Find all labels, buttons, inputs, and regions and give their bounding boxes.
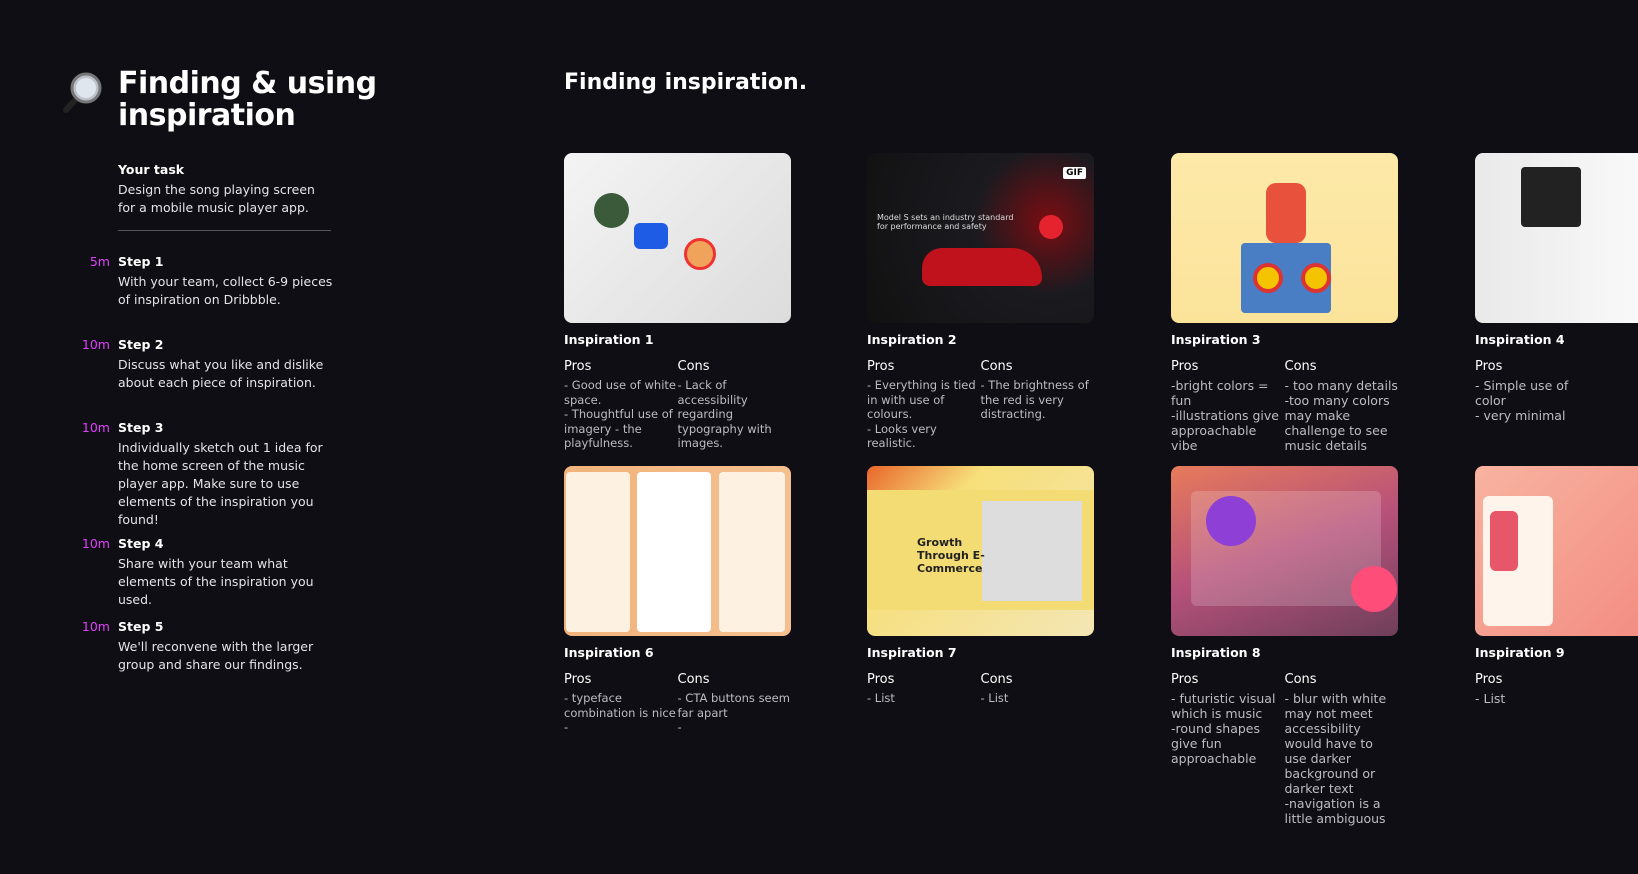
- cons-label: Cons: [1284, 359, 1317, 374]
- inspiration-card: Inspiration 8 Pros - futuristic visual whi…: [1171, 466, 1398, 826]
- cons-column: Cons - CTA buttons seem far apart -: [678, 672, 792, 735]
- pros-label: Pros: [1475, 359, 1503, 374]
- cons-label: Cons: [980, 672, 1013, 687]
- pros-text: - Simple use of color - very minimal: [1475, 378, 1569, 423]
- pros-text: - Good use of white space. - Thoughtful …: [564, 378, 676, 450]
- pros-text: - List: [1475, 691, 1506, 706]
- pros-text: -bright colors = fun -illustrations give…: [1171, 378, 1279, 453]
- step-label: Step 1: [118, 254, 164, 269]
- card-title: Inspiration 4: [1475, 332, 1565, 347]
- step-label: Step 2: [118, 337, 164, 352]
- inspiration-image[interactable]: Model S sets an industry standard for pe…: [867, 153, 1094, 323]
- card-title: Inspiration 1: [564, 332, 654, 347]
- pros-column: Pros -bright colors = fun -illustrations …: [1171, 359, 1285, 453]
- inspiration-card: Inspiration 3 Pros -bright colors = fun -i…: [1171, 153, 1398, 453]
- page-title: Finding & using inspiration: [118, 66, 377, 133]
- cons-text: - The brightness of the red is very dist…: [980, 378, 1089, 421]
- inspiration-card: Model S sets an industry standard for pe…: [867, 153, 1094, 451]
- pros-column: Pros - Everything is tied in with use of …: [867, 359, 981, 451]
- cons-column: Cons - List: [981, 672, 1095, 706]
- inspiration-card: Inspiration 1 Pros - Good use of white spa…: [564, 153, 791, 451]
- task-section: Your task Design the song playing screen…: [118, 162, 333, 217]
- card-title: Inspiration 9: [1475, 645, 1565, 660]
- inspiration-image[interactable]: [564, 153, 791, 323]
- step-time: 5m: [89, 254, 110, 269]
- pros-column: Pros - List: [1475, 672, 1592, 706]
- cons-label: Cons: [677, 359, 710, 374]
- inspiration-image[interactable]: [1475, 466, 1638, 636]
- cons-column: Cons - blur with white may not meet acces…: [1285, 672, 1399, 826]
- inspiration-image[interactable]: Growth Through E-Commerce: [867, 466, 1094, 636]
- cons-label: Cons: [677, 672, 710, 687]
- cons-text: - Lack of accessibility regarding typogr…: [677, 378, 772, 450]
- step-text: Individually sketch out 1 idea for the h…: [118, 440, 323, 527]
- step-text: Share with your team what elements of th…: [118, 556, 314, 607]
- card-title: Inspiration 8: [1171, 645, 1261, 660]
- pros-text: - typeface combination is nice -: [564, 691, 676, 734]
- pros-column: Pros - Good use of white space. - Thought…: [564, 359, 678, 451]
- pros-column: Pros - List: [867, 672, 981, 706]
- task-label: Your task: [118, 162, 185, 177]
- step-text: We'll reconvene with the larger group an…: [118, 639, 314, 672]
- cons-text: - CTA buttons seem far apart -: [677, 691, 790, 734]
- pros-label: Pros: [1171, 359, 1199, 374]
- step-label: Step 3: [118, 420, 164, 435]
- inspiration-image[interactable]: [564, 466, 791, 636]
- step-time: 10m: [81, 420, 110, 435]
- step-time: 10m: [81, 536, 110, 551]
- cons-label: Cons: [1284, 672, 1317, 687]
- pros-label: Pros: [867, 359, 895, 374]
- card-title: Inspiration 6: [564, 645, 654, 660]
- step-text: Discuss what you like and dislike about …: [118, 357, 324, 390]
- section-heading: Finding inspiration.: [564, 70, 808, 95]
- pros-text: - futuristic visual which is music -roun…: [1171, 691, 1276, 766]
- inspiration-card: Inspiration 6 Pros - typeface combination …: [564, 466, 791, 735]
- cons-text: - List: [980, 691, 1009, 705]
- cons-column: Cons - Lack of accessibility regarding ty…: [678, 359, 792, 451]
- step-text: With your team, collect 6-9 pieces of in…: [118, 274, 333, 307]
- card-title: Inspiration 3: [1171, 332, 1261, 347]
- cons-text: - too many details -too many colors may …: [1284, 378, 1398, 453]
- pros-label: Pros: [564, 359, 592, 374]
- gif-badge: GIF: [1063, 167, 1086, 179]
- task-text: Design the song playing screen for a mob…: [118, 182, 315, 215]
- pros-label: Pros: [564, 672, 592, 687]
- pros-column: Pros - futuristic visual which is music -…: [1171, 672, 1285, 826]
- pros-label: Pros: [867, 672, 895, 687]
- step-time: 10m: [81, 337, 110, 352]
- cons-text: - blur with white may not meet accessibi…: [1284, 691, 1387, 826]
- card-title: Inspiration 2: [867, 332, 957, 347]
- magnifying-glass-icon: [63, 72, 102, 113]
- step-label: Step 4: [118, 536, 164, 551]
- step-label: Step 5: [118, 619, 164, 634]
- pros-text: - List: [867, 691, 895, 705]
- inspiration-card: Inspiration 9 Pros - List: [1475, 466, 1638, 706]
- step-time: 10m: [81, 619, 110, 634]
- inspiration-card: Growth Through E-Commerce Inspiration 7 Pr…: [867, 466, 1094, 706]
- inspiration-image[interactable]: [1171, 153, 1398, 323]
- card-title: Inspiration 7: [867, 645, 957, 660]
- pros-column: Pros - Simple use of color - very minimal: [1475, 359, 1592, 423]
- pros-label: Pros: [1475, 672, 1503, 687]
- pros-text: - Everything is tied in with use of colo…: [867, 378, 976, 450]
- inspiration-image[interactable]: [1475, 153, 1638, 323]
- cons-column: Cons - The brightness of the red is very …: [981, 359, 1095, 451]
- inspiration-card: Inspiration 4 Pros - Simple use of color -…: [1475, 153, 1638, 423]
- pros-label: Pros: [1171, 672, 1199, 687]
- divider: [118, 230, 331, 231]
- cons-column: Cons - too many details -too many colors …: [1285, 359, 1399, 453]
- inspiration-image[interactable]: [1171, 466, 1398, 636]
- cons-label: Cons: [980, 359, 1013, 374]
- pros-column: Pros - typeface combination is nice -: [564, 672, 678, 735]
